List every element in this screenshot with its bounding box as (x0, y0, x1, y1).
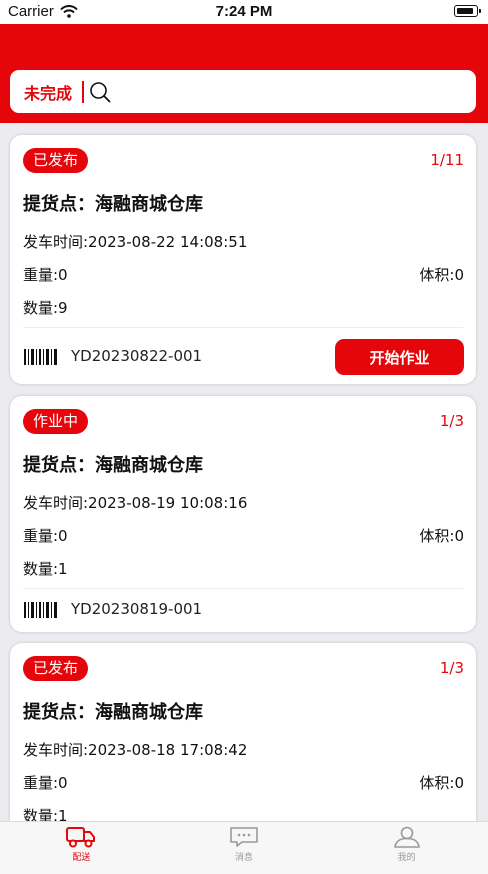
pickup-point: 提货点：海融商城仓库 (23, 455, 203, 476)
weight: 重量:0 (23, 527, 68, 545)
departure-time: 发车时间:2023-08-19 10:08:16 (23, 494, 248, 512)
divider (23, 588, 463, 589)
pickup-point: 提货点：海融商城仓库 (23, 194, 203, 215)
divider (23, 327, 463, 328)
quantity: 数量:1 (23, 560, 68, 578)
quantity: 数量:1 (23, 807, 68, 821)
status-bar: Carrier 7:24 PM (0, 0, 488, 24)
truck-icon (66, 827, 96, 848)
start-work-button[interactable]: 开始作业 (335, 339, 464, 375)
status-time: 7:24 PM (215, 3, 273, 20)
order-list[interactable]: 已发布 1/11 提货点：海融商城仓库 发车时间:2023-08-22 14:0… (0, 123, 488, 821)
tab-messages[interactable]: 消息 (163, 822, 326, 874)
barcode-icon (24, 349, 57, 365)
tab-delivery[interactable]: 配送 (0, 822, 163, 874)
order-card[interactable]: 作业中 1/3 提货点：海融商城仓库 发车时间:2023-08-19 10:08… (10, 396, 476, 632)
volume: 体积:0 (419, 527, 464, 545)
order-card[interactable]: 已发布 1/11 提货点：海融商城仓库 发车时间:2023-08-22 14:0… (10, 135, 476, 384)
message-icon (230, 827, 258, 847)
tab-label: 消息 (235, 853, 254, 863)
battery-icon (454, 5, 481, 17)
tab-label: 我的 (397, 853, 416, 863)
volume: 体积:0 (419, 266, 464, 284)
pickup-point: 提货点：海融商城仓库 (23, 702, 203, 723)
weight: 重量:0 (23, 266, 68, 284)
waybill-number: YD20230819-001 (71, 600, 203, 618)
tab-label: 配送 (72, 853, 91, 863)
status-filter[interactable]: 未完成 (24, 80, 72, 104)
user-icon (393, 826, 420, 848)
waybill-number: YD20230822-001 (71, 347, 203, 365)
tab-profile[interactable]: 我的 (325, 822, 488, 874)
order-card[interactable]: 已发布 1/3 提货点：海融商城仓库 发车时间:2023-08-18 17:08… (10, 643, 476, 821)
search-divider (82, 80, 85, 103)
order-count: 1/3 (439, 412, 464, 430)
status-badge: 已发布 (23, 656, 89, 681)
barcode-icon (24, 602, 57, 618)
status-badge: 已发布 (23, 148, 89, 173)
weight: 重量:0 (23, 774, 68, 792)
tab-bar: 配送 消息 我的 (0, 821, 488, 874)
search-bar[interactable]: 未完成 (10, 70, 476, 113)
search-icon[interactable] (89, 81, 111, 103)
quantity: 数量:9 (23, 299, 68, 317)
departure-time: 发车时间:2023-08-22 14:08:51 (23, 233, 248, 251)
status-badge: 作业中 (23, 409, 89, 434)
volume: 体积:0 (419, 774, 464, 792)
order-count: 1/11 (430, 151, 464, 169)
order-count: 1/3 (439, 659, 464, 677)
departure-time: 发车时间:2023-08-18 17:08:42 (23, 741, 248, 759)
